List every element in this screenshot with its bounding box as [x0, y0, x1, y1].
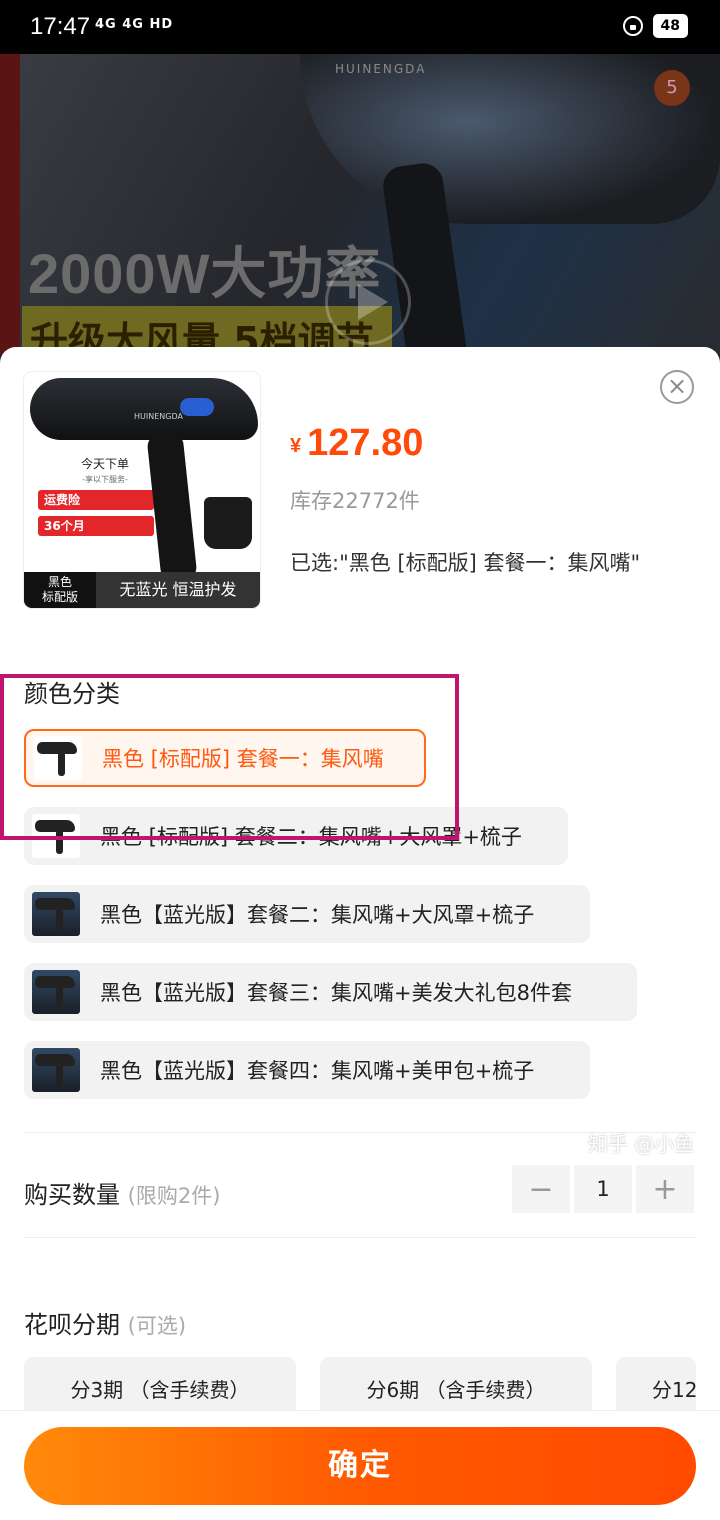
option-thumbnail [32, 814, 80, 858]
option-set-3[interactable]: 黑色【蓝光版】套餐二：集风嘴+大风罩+梳子 [24, 885, 590, 943]
hero-brand: HUINENGDA [335, 62, 427, 76]
option-thumbnail [32, 1048, 80, 1092]
cart-badge: 5 [654, 70, 690, 106]
status-right: 48 [622, 14, 688, 38]
quantity-value[interactable]: 1 [574, 1165, 632, 1213]
product-thumbnail[interactable]: HUINENGDA 今天下单 -享以下服务- 运费险 36个月 黑色 标配版 无… [24, 372, 260, 608]
quantity-limit-hint: (限购2件) [127, 1184, 221, 1208]
color-section-title: 颜色分类 [24, 680, 120, 708]
increment-button[interactable]: + [636, 1165, 694, 1213]
divider [24, 1237, 696, 1238]
rotation-lock-icon [622, 16, 643, 36]
thumbnail-promo: 今天下单 -享以下服务- [50, 456, 160, 488]
price-value: 127.80 [307, 422, 424, 464]
option-thumbnail [32, 970, 80, 1014]
status-time: 17:47 [30, 13, 91, 40]
signal-indicator: 4G 4G HD [95, 17, 174, 32]
thumbnail-nozzle-image [204, 497, 252, 549]
option-set-1[interactable]: 黑色 [标配版] 套餐一：集风嘴 [24, 729, 426, 787]
option-label: 黑色 [标配版] 套餐二：集风嘴+大风罩+梳子 [100, 825, 522, 849]
play-icon [325, 259, 411, 345]
price: ¥127.80 [290, 422, 423, 465]
thumbnail-feature: 无蓝光 恒温护发 [119, 580, 237, 599]
option-label: 黑色【蓝光版】套餐三：集风嘴+美发大礼包8件套 [100, 981, 572, 1005]
thumbnail-brand: HUINENGDA [134, 412, 183, 421]
thumbnail-footer: 黑色 标配版 无蓝光 恒温护发 [24, 572, 260, 608]
confirm-button[interactable]: 确定 [24, 1427, 696, 1505]
thumbnail-promo-sub: -享以下服务- [82, 475, 128, 484]
installment-title: 花呗分期 (可选) [24, 1305, 186, 1340]
quantity-label: 购买数量 [24, 1181, 120, 1209]
option-thumbnail [32, 892, 80, 936]
thumbnail-promo-title: 今天下单 [80, 457, 129, 471]
option-thumbnail [34, 736, 82, 780]
option-label: 黑色【蓝光版】套餐二：集风嘴+大风罩+梳子 [100, 903, 535, 927]
thumbnail-tag-warranty: 36个月 [38, 516, 154, 536]
thumbnail-variant: 黑色 标配版 [24, 572, 96, 608]
option-set-5[interactable]: 黑色【蓝光版】套餐四：集风嘴+美甲包+梳子 [24, 1041, 590, 1099]
installment-label: 花呗分期 [24, 1311, 120, 1339]
installment-hint: (可选) [127, 1314, 187, 1338]
option-set-4[interactable]: 黑色【蓝光版】套餐三：集风嘴+美发大礼包8件套 [24, 963, 637, 1021]
sku-sheet: HUINENGDA 今天下单 -享以下服务- 运费险 36个月 黑色 标配版 无… [0, 347, 720, 1520]
stock-count: 库存22772件 [290, 489, 420, 513]
quantity-stepper: − 1 + [512, 1165, 694, 1213]
option-set-2[interactable]: 黑色 [标配版] 套餐二：集风嘴+大风罩+梳子 [24, 807, 568, 865]
price-currency: ¥ [290, 435, 302, 457]
product-hero-image: HUINENGDA 5 2000W大功率 升级大风量 5档调节 [0, 54, 720, 354]
sheet-footer: 确定 [0, 1410, 720, 1520]
decrement-button[interactable]: − [512, 1165, 570, 1213]
option-label: 黑色【蓝光版】套餐四：集风嘴+美甲包+梳子 [100, 1059, 535, 1083]
quantity-title: 购买数量 (限购2件) [24, 1175, 220, 1210]
hero-edge [0, 54, 20, 354]
watermark: 知乎 @小鱼 [588, 1132, 695, 1156]
selected-variant: 已选:"黑色 [标配版] 套餐一：集风嘴" [290, 551, 641, 575]
status-bar: 17:47 4G 4G HD 48 [0, 0, 720, 54]
option-label: 黑色 [标配版] 套餐一：集风嘴 [102, 747, 384, 771]
thumbnail-tag-insurance: 运费险 [38, 490, 154, 510]
thumbnail-dryer-handle [146, 430, 198, 584]
thumbnail-dryer-image [30, 378, 258, 440]
battery-indicator: 48 [652, 14, 688, 38]
close-icon[interactable]: × [660, 370, 694, 404]
